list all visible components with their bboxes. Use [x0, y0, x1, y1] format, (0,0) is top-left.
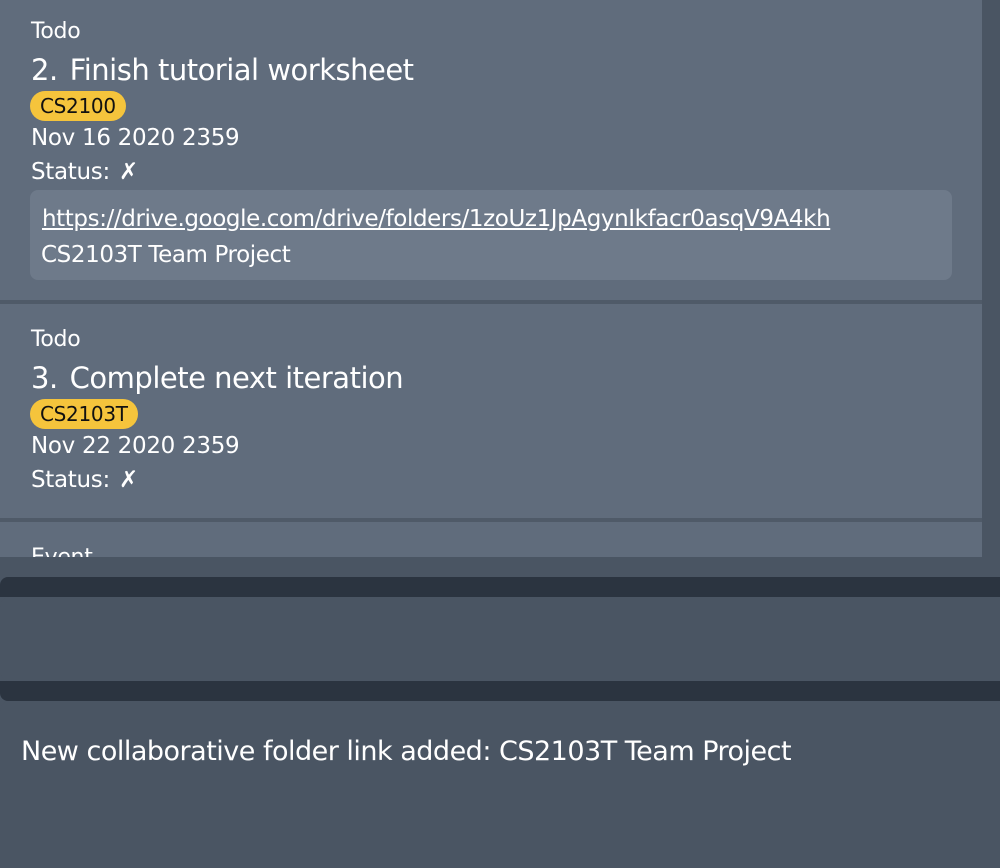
task-type-label: Todo — [31, 327, 81, 352]
task-list-panel[interactable]: Todo 2. Finish tutorial worksheet CS2100 … — [0, 0, 982, 557]
task-type-label: Event — [31, 545, 93, 557]
task-type-label: Todo — [31, 19, 81, 44]
task-card[interactable]: Event — [0, 522, 982, 557]
folder-link-box: https://drive.google.com/drive/folders/1… — [30, 190, 952, 280]
status-label: Status: — [31, 467, 110, 493]
divider — [0, 577, 1000, 597]
task-index: 3. — [31, 361, 58, 395]
task-deadline: Nov 16 2020 2359 — [31, 125, 240, 151]
folder-link-url[interactable]: https://drive.google.com/drive/folders/1… — [42, 206, 831, 232]
task-list-scrollbar[interactable] — [982, 0, 1000, 557]
task-card[interactable]: Todo 3. Complete next iteration CS2103T N… — [0, 304, 982, 518]
task-status: Status: ✗ — [31, 159, 138, 185]
task-title-text: Finish tutorial worksheet — [69, 53, 414, 87]
module-tag: CS2100 — [30, 91, 126, 121]
task-status: Status: ✗ — [31, 467, 138, 493]
task-title-text: Complete next iteration — [69, 361, 404, 395]
task-title: 2. Finish tutorial worksheet — [31, 53, 414, 87]
task-index: 2. — [31, 53, 58, 87]
task-card[interactable]: Todo 2. Finish tutorial worksheet CS2100 … — [0, 0, 982, 300]
module-tag: CS2103T — [30, 399, 138, 429]
divider — [0, 681, 1000, 701]
result-display: New collaborative folder link added: CS2… — [0, 701, 1000, 868]
task-title: 3. Complete next iteration — [31, 361, 404, 395]
status-cross-icon: ✗ — [118, 159, 138, 185]
task-deadline: Nov 22 2020 2359 — [31, 433, 240, 459]
folder-link-name: CS2103T Team Project — [41, 242, 291, 268]
command-input[interactable] — [0, 597, 1000, 681]
status-label: Status: — [31, 159, 110, 185]
status-cross-icon: ✗ — [118, 467, 138, 493]
result-message: New collaborative folder link added: CS2… — [21, 736, 792, 767]
